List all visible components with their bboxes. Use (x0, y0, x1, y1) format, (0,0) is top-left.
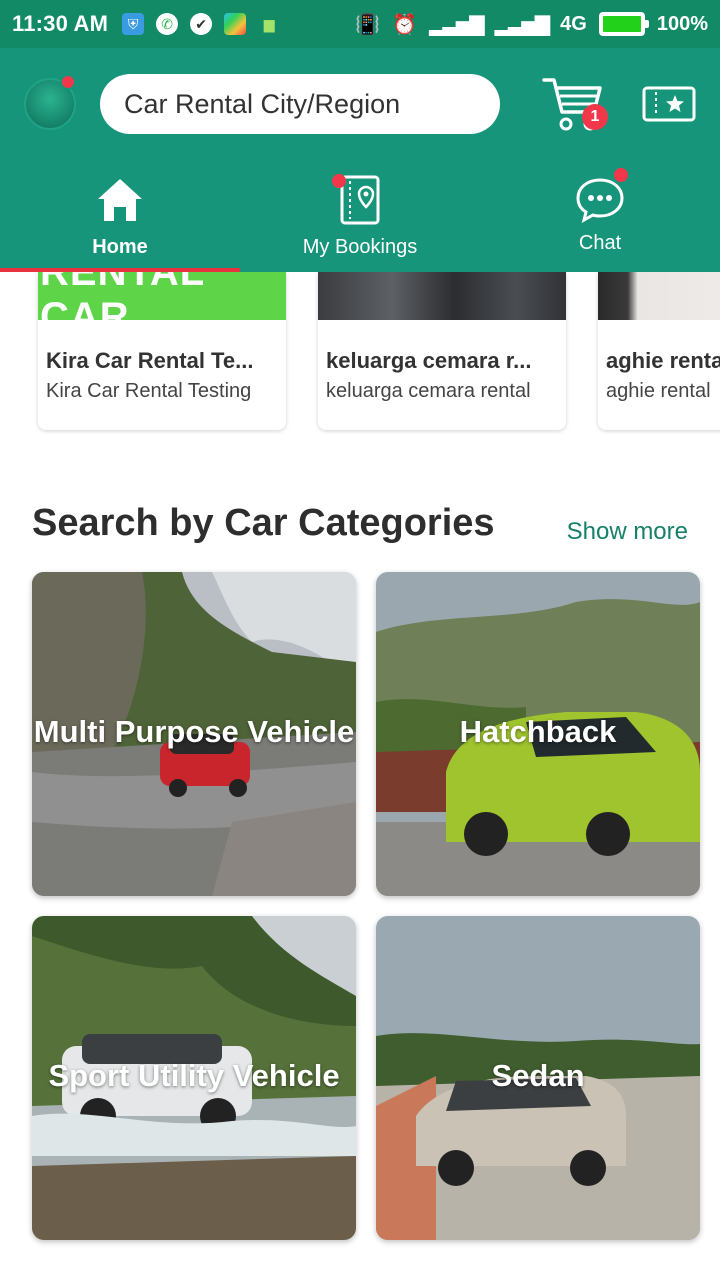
rental-image: RENTAL CAR (38, 272, 286, 320)
rental-card[interactable]: keluarga cemara r... keluarga cemara ren… (318, 272, 566, 430)
category-label: Sport Utility Vehicle (48, 1058, 340, 1093)
category-card-sedan[interactable]: Sedan (376, 916, 700, 1240)
category-label: Sedan (491, 1058, 585, 1093)
status-bar: 11:30 AM ⛨ ✆ ✔ ▆ 📳 ⏰ ▂▃▅▇ ▂▃▅▇ 4G 100% (0, 0, 720, 48)
android-icon: ▆ (263, 15, 275, 32)
avatar-notification-dot (60, 74, 76, 90)
rental-list: RENTAL CAR Kira Car Rental Te... Kira Ca… (0, 272, 720, 442)
chat-notification-dot (614, 168, 628, 182)
battery-fill (602, 16, 641, 32)
alarm-icon: ⏰ (392, 13, 418, 36)
rental-card[interactable]: RENTAL CAR Kira Car Rental Te... Kira Ca… (38, 272, 286, 430)
shield-app-icon: ⛨ (122, 13, 145, 35)
tab-chat[interactable]: Chat (480, 160, 720, 272)
search-bar[interactable] (100, 74, 500, 134)
app-header: 1 Home My (0, 48, 720, 272)
section-title: Search by Car Categories (32, 502, 495, 544)
vpn-icon: ✔ (190, 13, 213, 35)
category-card-hatchback[interactable]: Hatchback (376, 572, 700, 896)
play-store-icon (224, 13, 247, 35)
rental-subtitle: aghie rental (606, 380, 711, 402)
rental-name: aghie renta (606, 348, 720, 373)
rental-image (598, 272, 720, 320)
whatsapp-icon: ✆ (156, 13, 179, 35)
search-input[interactable] (124, 88, 478, 120)
tab-my-bookings[interactable]: My Bookings (240, 160, 480, 272)
category-card-suv[interactable]: Sport Utility Vehicle (32, 916, 356, 1240)
network-type: 4G (560, 12, 587, 35)
show-more-link[interactable]: Show more (567, 518, 688, 546)
battery-icon (598, 12, 649, 36)
status-right: 📳 ⏰ ▂▃▅▇ ▂▃▅▇ 4G 100% (355, 12, 708, 37)
tab-my-bookings-label: My Bookings (302, 236, 418, 258)
voucher-icon[interactable] (642, 86, 696, 122)
status-time: 11:30 AM (12, 11, 109, 36)
rental-subtitle: Kira Car Rental Testing (46, 380, 252, 402)
category-label: Hatchback (459, 714, 617, 749)
signal-icon: ▂▃▅▇ (429, 13, 485, 36)
rental-name: keluarga cemara r... (326, 348, 532, 373)
category-card-mpv[interactable]: Multi Purpose Vehicle (32, 572, 356, 896)
category-label: Multi Purpose Vehicle (33, 714, 355, 749)
cart-badge: 1 (582, 104, 608, 130)
signal-icon-2: ▂▃▅▇ (494, 13, 551, 36)
rental-subtitle: keluarga cemara rental (326, 380, 531, 402)
tab-home[interactable]: Home (0, 160, 240, 272)
home-icon (96, 174, 144, 226)
bookings-notification-dot (332, 174, 346, 188)
chat-icon (575, 174, 625, 226)
rental-card[interactable]: aghie renta aghie rental (598, 272, 720, 430)
rental-image (318, 272, 566, 320)
tab-home-label: Home (92, 236, 148, 258)
rental-name: Kira Car Rental Te... (46, 348, 254, 373)
bottom-nav-tabs: Home My Bookings Chat (0, 160, 720, 272)
notification-icons: ⛨ ✆ ✔ ▆ (122, 13, 280, 35)
vibrate-icon: 📳 (355, 13, 381, 36)
battery-percent: 100% (656, 12, 708, 35)
tab-chat-label: Chat (578, 232, 622, 254)
